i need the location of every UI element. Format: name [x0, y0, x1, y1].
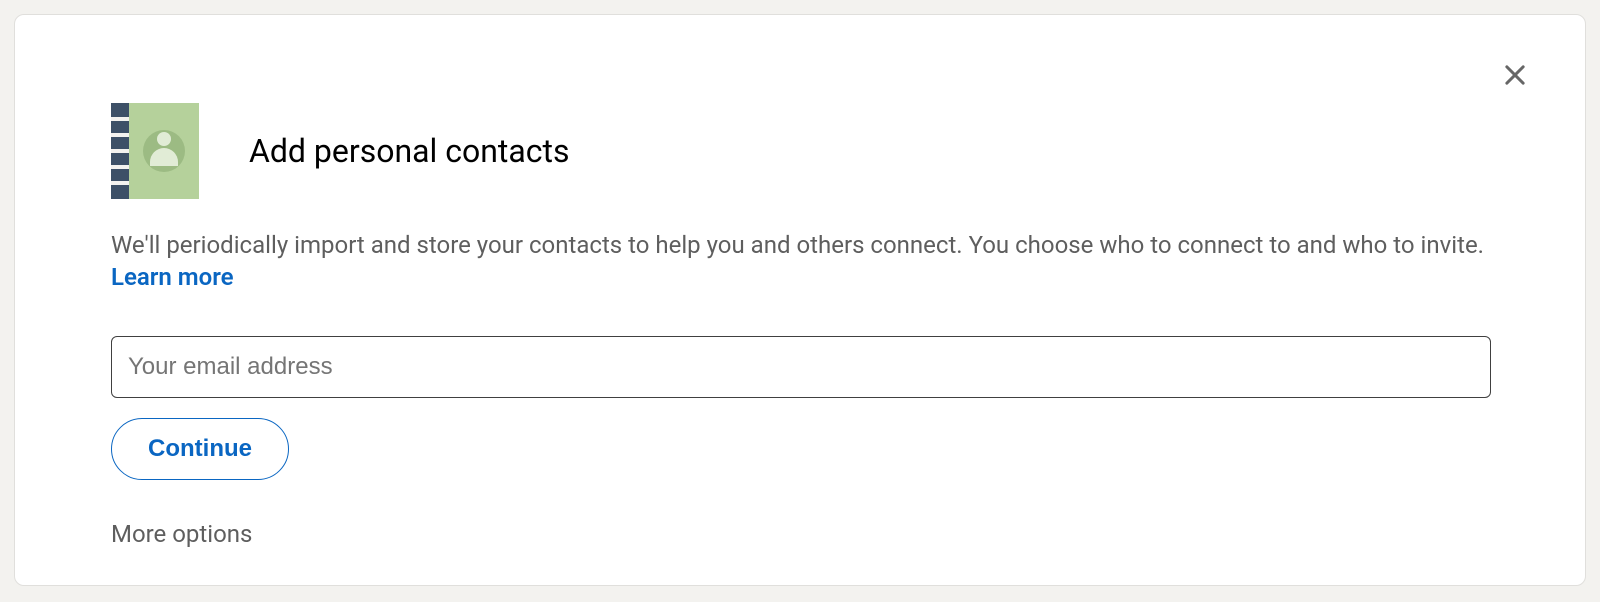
modal-header: Add personal contacts [111, 103, 1491, 199]
email-input[interactable] [111, 336, 1491, 398]
modal-description: We'll periodically import and store your… [111, 229, 1491, 294]
modal-title: Add personal contacts [249, 132, 570, 170]
continue-button[interactable]: Continue [111, 418, 289, 480]
add-contacts-modal: Add personal contacts We'll periodically… [14, 14, 1586, 586]
learn-more-link[interactable]: Learn more [111, 263, 234, 291]
address-book-icon [111, 103, 199, 199]
more-options-button[interactable]: More options [111, 520, 252, 548]
description-text: We'll periodically import and store your… [111, 231, 1484, 259]
close-button[interactable] [1495, 55, 1535, 95]
close-icon [1501, 61, 1529, 89]
avatar-icon [143, 130, 185, 172]
